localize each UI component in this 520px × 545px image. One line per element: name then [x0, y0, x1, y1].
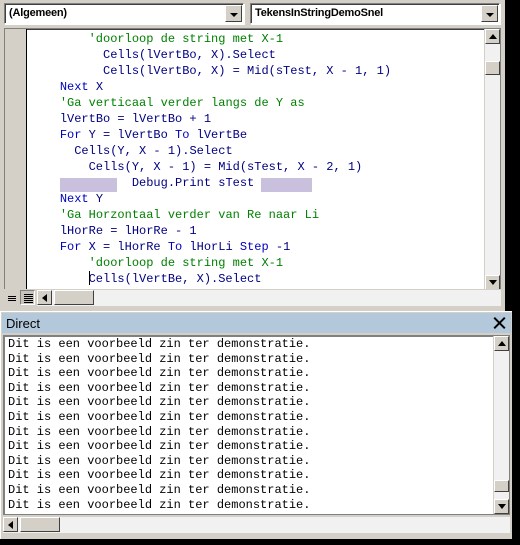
code-token	[59, 178, 118, 192]
code-token: Cells(lVertBo, X) = Mid(sTest, X - 1, 1)	[103, 64, 392, 78]
immediate-vertical-scrollbar[interactable]	[493, 336, 509, 514]
scroll-down-arrow-icon[interactable]	[494, 499, 509, 514]
code-token: Next	[59, 192, 89, 206]
code-line: Next X	[31, 79, 482, 95]
code-token: To	[167, 240, 183, 254]
code-token: lHorRe = lHorRe - 1	[59, 224, 197, 238]
immediate-window-title: Direct	[6, 315, 40, 331]
chevron-down-icon[interactable]	[225, 5, 242, 22]
procedure-view-button[interactable]	[4, 290, 19, 305]
code-line: 'doorloop de string met X-1	[31, 255, 482, 271]
code-vertical-scrollbar[interactable]	[484, 29, 500, 290]
code-token: To	[175, 128, 190, 142]
scroll-left-arrow-icon[interactable]	[37, 290, 52, 305]
code-token: 'doorloop de string met X-1	[88, 32, 284, 46]
code-token: lVertBe	[189, 128, 248, 142]
code-margin-indicator-bar[interactable]	[5, 29, 27, 290]
vba-editor-screenshot: (Algemeen) TekensInStringDemoSnel 'doorl…	[0, 0, 520, 545]
code-editor-window: (Algemeen) TekensInStringDemoSnel 'doorl…	[0, 0, 505, 312]
immediate-vscroll-thumb[interactable]	[494, 480, 509, 492]
immediate-output-lines: Dit is een voorbeeld zin ter demonstrati…	[8, 337, 310, 512]
code-token: Cells(lVertBo, X).Select	[103, 48, 276, 62]
code-horizontal-scrollbar[interactable]	[37, 290, 501, 306]
code-line: For Y = lVertBo To lVertBe	[31, 127, 482, 143]
code-token: 'Ga verticaal verder langs de Y as	[59, 96, 305, 110]
code-token: lVertBo = lVertBo + 1	[59, 112, 212, 126]
scroll-up-arrow-icon[interactable]	[494, 336, 509, 351]
code-token: Debug.Print sTest	[117, 176, 262, 190]
code-hscroll-thumb[interactable]	[54, 290, 94, 305]
scroll-up-arrow-icon[interactable]	[485, 29, 500, 44]
code-editor-dropdown-bar: (Algemeen) TekensInStringDemoSnel	[0, 0, 505, 28]
code-line: Cells(Y, X - 1).Select	[31, 143, 482, 159]
code-text-pane[interactable]: 'doorloop de string met X-1 Cells(lVertB…	[4, 28, 501, 291]
immediate-output-line: Dit is een voorbeeld zin ter demonstrati…	[8, 468, 311, 483]
scroll-down-arrow-icon[interactable]	[485, 275, 500, 290]
code-token: 'doorloop de string met X-1	[88, 256, 284, 270]
code-token: Y = lVertBo	[81, 128, 176, 142]
code-editor-bottom-bar	[4, 289, 501, 307]
immediate-output-line: Dit is een voorbeeld zin ter demonstrati…	[8, 337, 311, 351]
immediate-window: Direct Dit is een voorbeeld zin ter demo…	[0, 311, 512, 539]
code-token: For	[59, 128, 82, 142]
code-line: Cells(lVertBo, X) = Mid(sTest, X - 1, 1)	[31, 63, 482, 79]
code-token: lHorLi	[182, 240, 240, 254]
object-combobox-value: (Algemeen)	[9, 7, 67, 19]
window-shadow-bottom	[0, 539, 520, 545]
code-token: X = lHorRe	[81, 240, 168, 254]
code-line: 'Ga Horzontaal verder van Re naar Li	[31, 207, 482, 223]
code-token: Y	[88, 192, 104, 206]
procedure-combobox[interactable]: TekensInStringDemoSnel	[250, 3, 500, 24]
code-token: 'Ga Horzontaal verder van Re naar Li	[59, 208, 320, 222]
code-line: Cells(Y, X - 1) = Mid(sTest, X - 2, 1)	[31, 159, 482, 175]
code-line: lHorRe = lHorRe - 1	[31, 223, 482, 239]
code-line: Debug.Print sTest	[31, 175, 482, 192]
code-token: Cells(lVertBe, X).Select	[88, 272, 262, 286]
code-vscroll-thumb[interactable]	[485, 61, 500, 75]
code-line: For X = lHorRe To lHorLi Step -1	[31, 239, 482, 255]
scroll-left-arrow-icon[interactable]	[3, 517, 18, 532]
code-line: Cells(lVertBe, X).Select	[31, 271, 482, 287]
code-line: 'Ga verticaal verder langs de Y as	[31, 95, 482, 111]
immediate-output-pane[interactable]: Dit is een voorbeeld zin ter demonstrati…	[3, 335, 510, 515]
chevron-down-icon[interactable]	[481, 5, 498, 22]
text-caret	[88, 271, 90, 285]
window-shadow-right	[512, 0, 520, 545]
code-token: X	[88, 80, 104, 94]
immediate-output-line: Dit is een voorbeeld zin ter demonstrati…	[8, 424, 311, 439]
immediate-output-line: Dit is een voorbeeld zin ter demonstrati…	[8, 366, 311, 381]
immediate-window-titlebar[interactable]: Direct	[2, 313, 511, 333]
procedure-combobox-value: TekensInStringDemoSnel	[255, 7, 384, 19]
immediate-hscroll-thumb[interactable]	[20, 517, 60, 532]
immediate-horizontal-scrollbar[interactable]	[3, 517, 510, 533]
close-icon[interactable]	[489, 314, 509, 332]
code-token: Cells(Y, X - 1).Select	[74, 144, 233, 158]
code-line: Cells(lVertBo, X).Select	[31, 47, 482, 63]
immediate-bottom-bar	[3, 516, 510, 533]
code-token: Cells(Y, X - 1) = Mid(sTest, X - 2, 1)	[88, 160, 363, 174]
immediate-output-line: Dit is een voorbeeld zin ter demonstrati…	[8, 439, 311, 454]
immediate-output-line: Dit is een voorbeeld zin ter demonstrati…	[8, 453, 311, 468]
code-line: Next Y	[31, 191, 482, 207]
code-line: 'doorloop de string met X-1	[31, 31, 482, 47]
code-token: Step	[239, 240, 269, 254]
code-token: Next	[59, 80, 89, 94]
object-combobox[interactable]: (Algemeen)	[4, 3, 244, 24]
immediate-output-line: Dit is een voorbeeld zin ter demonstrati…	[8, 482, 311, 497]
code-line: lVertBo = lVertBo + 1	[31, 111, 482, 127]
code-token: -1	[268, 240, 291, 254]
immediate-output-line: Dit is een voorbeeld zin ter demonstrati…	[8, 409, 311, 424]
immediate-output-line: Dit is een voorbeeld zin ter demonstrati…	[8, 497, 311, 512]
full-module-view-button[interactable]	[20, 290, 35, 305]
code-token: For	[59, 240, 82, 254]
immediate-output-line: Dit is een voorbeeld zin ter demonstrati…	[8, 380, 311, 395]
immediate-output-line: Dit is een voorbeeld zin ter demonstrati…	[8, 395, 311, 410]
code-lines-container: 'doorloop de string met X-1 Cells(lVertB…	[31, 31, 482, 287]
immediate-output-line: Dit is een voorbeeld zin ter demonstrati…	[8, 351, 311, 366]
code-token	[261, 178, 312, 192]
